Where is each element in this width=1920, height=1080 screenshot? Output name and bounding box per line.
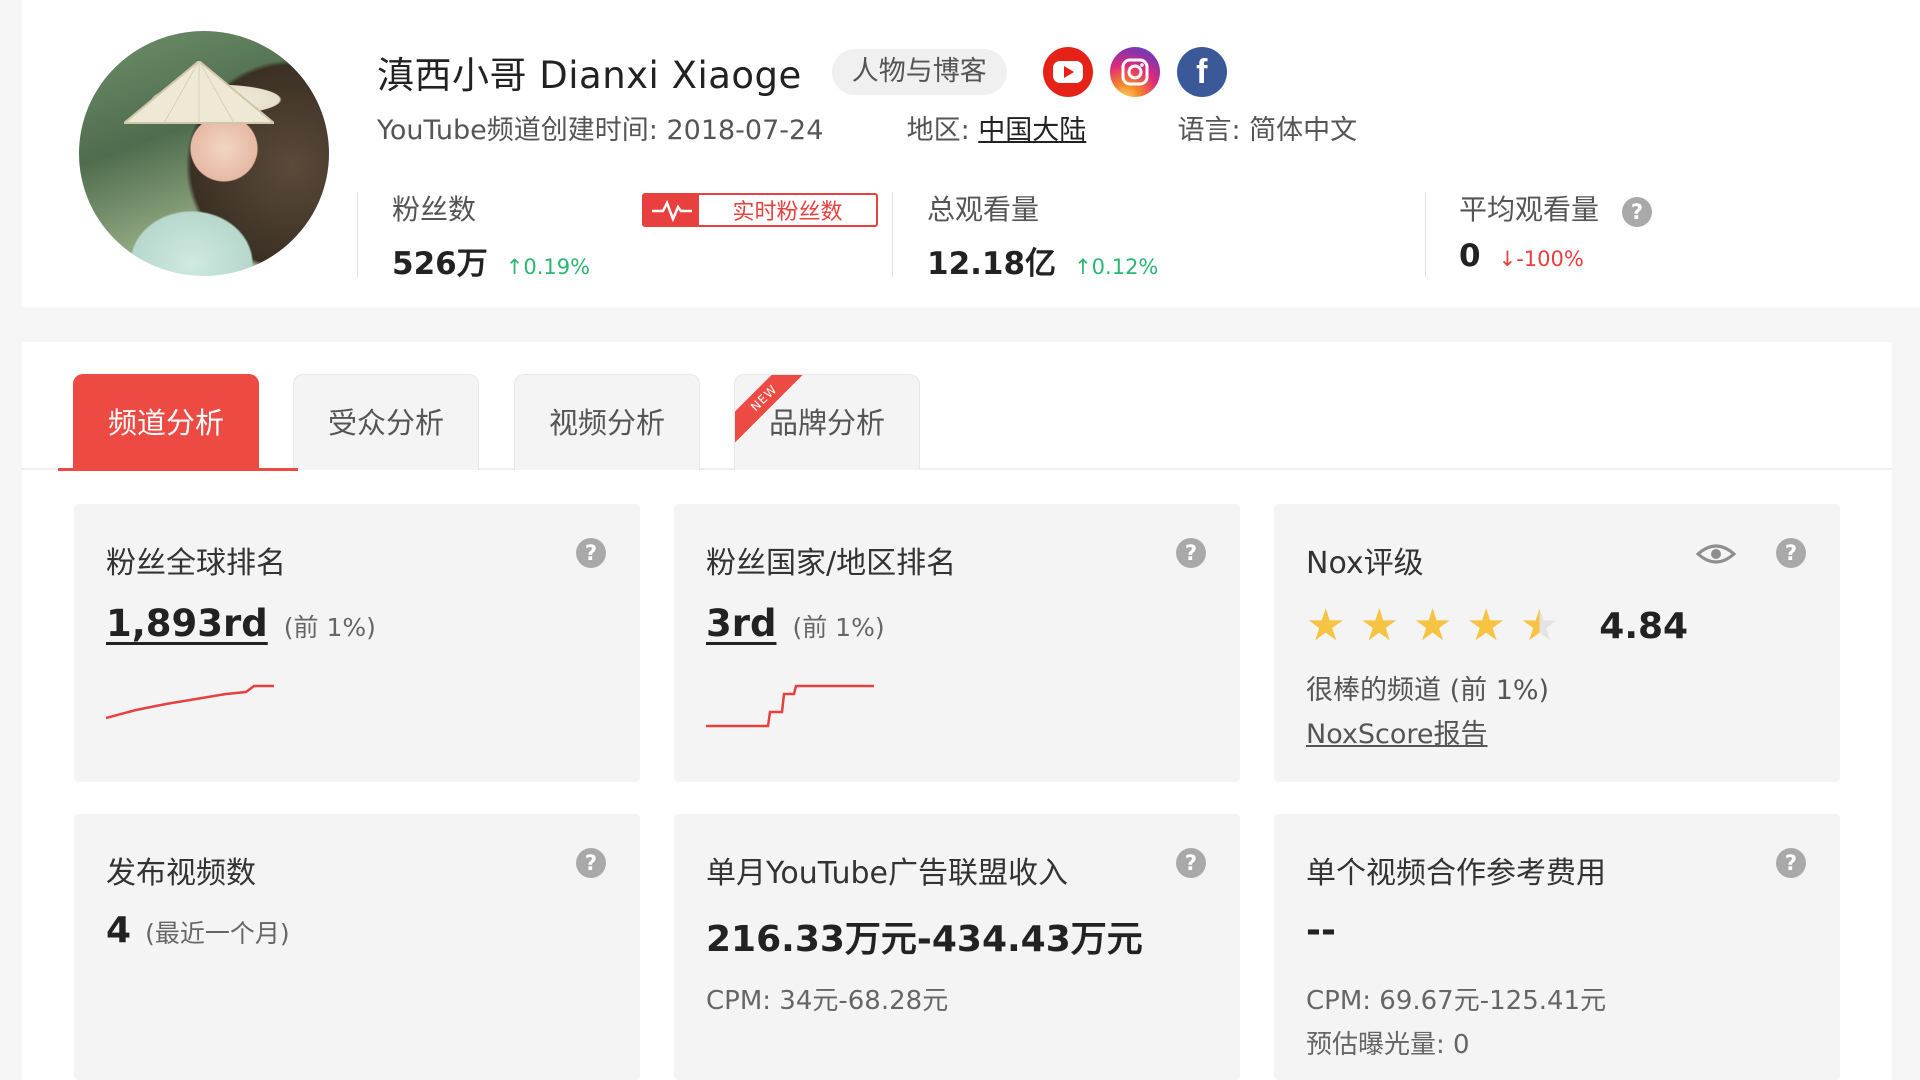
language-label: 语言: 简体中文 [1177,115,1358,146]
youtube-icon[interactable] [1042,47,1093,97]
arrow-down-icon: ↓ [1498,247,1517,271]
subscribers-label: 粉丝数 [392,193,477,226]
instagram-icon[interactable] [1109,47,1160,97]
star-icon: ★ [1306,600,1346,651]
stat-divider [1425,192,1426,277]
nox-star-rating: ★ ★ ★ ★ ★ 4.84 [1306,604,1688,648]
help-icon[interactable]: ? [1776,848,1806,878]
channel-name: 滇西小哥 Dianxi Xiaoge [377,54,802,97]
card-title: 粉丝国家/地区排名 [706,546,957,581]
collab-fee-cpm: CPM: 69.67元-125.41元 [1306,986,1607,1016]
global-rank-value[interactable]: 1,893rd [106,602,268,645]
realtime-label: 实时粉丝数 [732,200,843,225]
total-views-value: 12.18亿 [927,246,1057,282]
tab-brand-analysis[interactable]: NEW 品牌分析 [734,374,920,470]
avg-views-value: 0 [1459,238,1481,274]
help-icon[interactable]: ? [1776,538,1806,568]
star-icon: ★ [1359,600,1399,651]
star-icon: ★ [1466,600,1506,651]
card-title: 单月YouTube广告联盟收入 [706,856,1068,891]
card-title: 发布视频数 [106,856,256,891]
total-views-label: 总观看量 [927,193,1040,226]
global-rank-card: 粉丝全球排名 ? 1,893rd (前 1%) [74,504,640,782]
help-icon[interactable]: ? [576,538,606,568]
country-rank-note: (前 1%) [792,613,885,642]
card-title: 单个视频合作参考费用 [1306,856,1606,891]
created-date: YouTube频道创建时间: 2018-07-24 [377,115,824,146]
collab-fee-value: -- [1306,910,1336,951]
estimated-exposure: 预估曝光量: 0 [1306,1030,1470,1060]
social-links: f [1042,47,1227,97]
country-rank-trend-sparkline [706,684,874,728]
realtime-subscribers-button[interactable]: 实时粉丝数 [642,193,878,227]
analysis-panel: 频道分析 受众分析 视频分析 NEW 品牌分析 粉丝全球排名 ? 1,893rd… [22,342,1892,1080]
eye-icon[interactable] [1696,542,1736,566]
global-rank-note: (前 1%) [283,613,376,642]
monthly-revenue-card: 单月YouTube广告联盟收入 ? 216.33万元-434.43万元 CPM:… [674,814,1240,1080]
help-icon[interactable]: ? [1176,848,1206,878]
help-icon[interactable]: ? [1176,538,1206,568]
channel-avatar[interactable] [79,31,329,276]
hat-illustration [124,61,274,124]
region-label: 地区: [906,115,979,146]
stat-divider [892,192,893,277]
total-views-change: ↑0.12% [1074,255,1159,279]
active-tab-indicator [58,468,298,471]
avg-views-label-row: 平均观看量 ? [1459,188,1652,228]
name-row: 滇西小哥 Dianxi Xiaoge 人物与博客 f [377,44,1227,100]
card-title: 粉丝全球排名 [106,546,286,581]
stat-divider [357,192,358,277]
help-icon[interactable]: ? [576,848,606,878]
facebook-icon[interactable]: f [1176,47,1227,97]
nox-rating-description: 很棒的频道 (前 1%) [1306,675,1550,706]
pulse-icon [644,195,699,225]
avg-views-stat: 平均观看量 ? 0 ↓-100% [1459,188,1652,274]
videos-published-note: (最近一个月) [145,919,290,948]
country-rank-value[interactable]: 3rd [706,602,776,645]
nox-rating-card: Nox评级 ? ★ ★ ★ ★ ★ 4.84 很棒的频道 (前 1%) NoxS… [1274,504,1840,782]
tab-video-analysis[interactable]: 视频分析 [514,374,700,470]
arrow-up-icon: ↑ [1074,255,1092,279]
collab-fee-card: 单个视频合作参考费用 ? -- CPM: 69.67元-125.41元 预估曝光… [1274,814,1840,1080]
global-rank-trend-sparkline [106,684,274,720]
avg-views-label: 平均观看量 [1459,193,1600,226]
half-star-icon: ★ [1519,600,1560,651]
arrow-up-icon: ↑ [505,255,524,279]
subscribers-stat: 粉丝数 526万 ↑0.19% [392,188,590,283]
card-title: Nox评级 [1306,546,1424,581]
videos-published-value: 4 [106,910,132,951]
total-views-stat: 总观看量 12.18亿 ↑0.12% [927,188,1158,283]
region-link[interactable]: 中国大陆 [978,115,1086,146]
videos-published-card: 发布视频数 ? 4 (最近一个月) [74,814,640,1080]
tab-channel-analysis[interactable]: 频道分析 [73,374,259,470]
monthly-revenue-value: 216.33万元-434.43万元 [706,919,1143,960]
subscribers-change: ↑0.19% [505,255,591,279]
country-rank-card: 粉丝国家/地区排名 ? 3rd (前 1%) [674,504,1240,782]
category-tag[interactable]: 人物与博客 [831,49,1007,95]
channel-profile-card: 滇西小哥 Dianxi Xiaoge 人物与博客 f YouTube频道创建时间… [22,0,1920,307]
noxscore-report-link[interactable]: NoxScore报告 [1306,712,1488,751]
subscribers-value: 526万 [392,246,488,282]
monthly-revenue-cpm: CPM: 34元-68.28元 [706,986,949,1016]
avg-views-change: ↓-100% [1498,247,1584,271]
star-icon: ★ [1412,600,1453,651]
help-icon[interactable]: ? [1621,197,1652,227]
tab-audience-analysis[interactable]: 受众分析 [293,374,479,470]
channel-meta: YouTube频道创建时间: 2018-07-24 地区: 中国大陆 语言: 简… [377,108,1357,147]
nox-score: 4.84 [1599,605,1689,647]
